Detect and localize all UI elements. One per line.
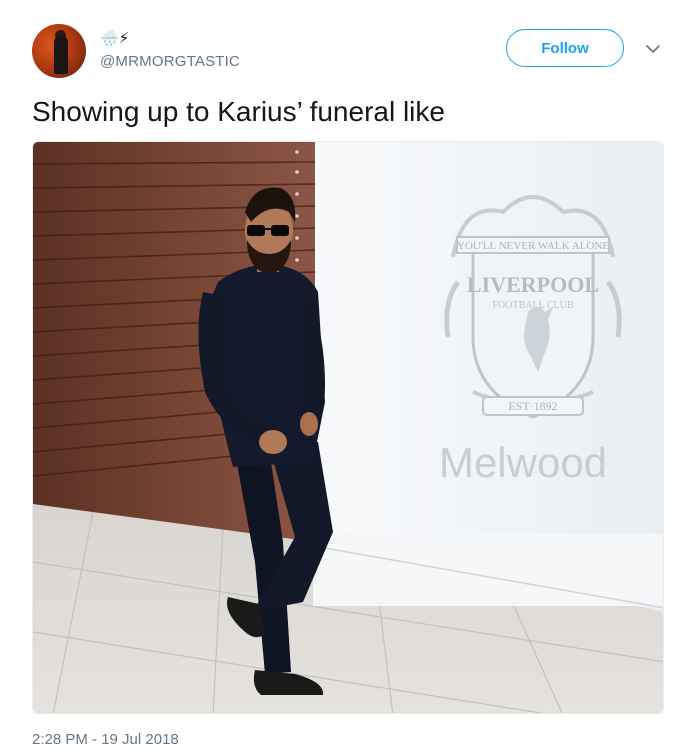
avatar-figure-body bbox=[54, 36, 68, 74]
avatar[interactable] bbox=[32, 24, 86, 78]
tweet-photo[interactable]: YOU'LL NEVER WALK ALONE LIVERPOOL FOOTBA… bbox=[32, 141, 664, 714]
crest-subtitle: FOOTBALL CLUB bbox=[492, 300, 573, 311]
display-name[interactable]: 🌧️⚡ bbox=[100, 26, 129, 50]
tweet-timestamp[interactable]: 2:28 PM - 19 Jul 2018 bbox=[32, 731, 179, 748]
user-handle[interactable]: @MRMORGTASTIC bbox=[100, 53, 240, 70]
crest-motto: YOU'LL NEVER WALK ALONE bbox=[457, 240, 609, 252]
photo-scene: YOU'LL NEVER WALK ALONE LIVERPOOL FOOTBA… bbox=[33, 142, 663, 713]
tweet-text: Showing up to Karius’ funeral like bbox=[32, 96, 445, 127]
display-name-emoji: 🌧️⚡ bbox=[100, 28, 130, 47]
melwood-sign: Melwood bbox=[439, 439, 607, 486]
tweet-card: 🌧️⚡ @MRMORGTASTIC Follow Showing up to K… bbox=[0, 0, 700, 753]
follow-button[interactable]: Follow bbox=[506, 29, 624, 67]
crest-est: EST·1892 bbox=[508, 399, 557, 413]
crest-club-name: LIVERPOOL bbox=[467, 272, 599, 297]
chevron-down-icon[interactable] bbox=[644, 40, 662, 58]
wall-base bbox=[313, 534, 663, 606]
